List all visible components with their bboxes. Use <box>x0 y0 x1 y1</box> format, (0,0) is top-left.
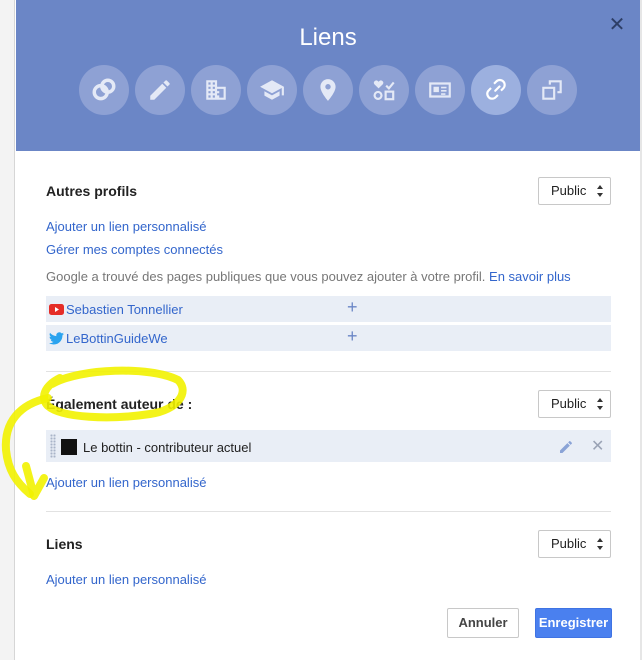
add-custom-link-profiles[interactable]: Ajouter un lien personnalisé <box>46 219 206 234</box>
select-arrows-icon <box>597 538 603 550</box>
remove-icon[interactable]: ✕ <box>591 436 604 456</box>
extra-icon[interactable] <box>527 65 577 115</box>
select-arrows-icon <box>597 398 603 410</box>
youtube-icon <box>49 304 64 315</box>
section-nav <box>79 65 577 115</box>
building-icon[interactable] <box>191 65 241 115</box>
overview-icon[interactable] <box>79 65 129 115</box>
dialog-title: Liens <box>299 24 357 51</box>
suggestion-row: Sebastien Tonnellier + <box>46 296 611 322</box>
visibility-value: Public <box>551 396 587 411</box>
section-divider <box>46 371 611 372</box>
add-custom-link-links[interactable]: Ajouter un lien personnalisé <box>46 572 206 587</box>
author-of-title: Également auteur de : <box>46 396 193 412</box>
cancel-button[interactable]: Annuler <box>447 608 519 638</box>
contact-card-icon[interactable] <box>415 65 465 115</box>
save-button[interactable]: Enregistrer <box>535 608 612 638</box>
suggestion-name[interactable]: Sebastien Tonnellier <box>66 302 183 317</box>
author-item-row: Le bottin - contributeur actuel ✕ <box>46 430 611 462</box>
other-profiles-visibility-select[interactable]: Public <box>538 177 611 205</box>
section-divider <box>46 511 611 512</box>
graduation-cap-icon[interactable] <box>247 65 297 115</box>
author-item-name: Le bottin - contributeur actuel <box>83 440 252 455</box>
author-of-visibility-select[interactable]: Public <box>538 390 611 418</box>
site-logo <box>61 439 77 455</box>
suggestion-name[interactable]: LeBottinGuideWe <box>66 331 168 346</box>
pencil-icon[interactable] <box>135 65 185 115</box>
add-suggestion-button[interactable]: + <box>347 297 358 318</box>
visibility-value: Public <box>551 536 587 551</box>
suggestions-info: Google a trouvé des pages publiques que … <box>46 269 571 284</box>
manage-connected-accounts-link[interactable]: Gérer mes comptes connectés <box>46 242 223 257</box>
info-text: Google a trouvé des pages publiques que … <box>46 269 486 284</box>
other-profiles-title: Autres profils <box>46 183 138 199</box>
twitter-icon <box>49 332 64 345</box>
links-title: Liens <box>46 536 83 552</box>
add-suggestion-button[interactable]: + <box>347 326 358 347</box>
select-arrows-icon <box>597 185 603 197</box>
links-visibility-select[interactable]: Public <box>538 530 611 558</box>
add-custom-link-author[interactable]: Ajouter un lien personnalisé <box>46 475 206 490</box>
location-pin-icon[interactable] <box>303 65 353 115</box>
learn-more-link[interactable]: En savoir plus <box>489 269 571 284</box>
suggestion-row: LeBottinGuideWe + <box>46 325 611 351</box>
link-icon[interactable] <box>471 65 521 115</box>
relations-icon[interactable] <box>359 65 409 115</box>
close-icon[interactable]: ✕ <box>608 15 626 35</box>
dialog-header: Liens ✕ <box>16 0 640 151</box>
links-dialog: Liens ✕ Autres profils Public Ajouter un… <box>16 0 640 660</box>
edit-pencil-icon[interactable] <box>558 439 574 455</box>
page-backdrop <box>0 0 15 660</box>
drag-handle-icon[interactable] <box>50 434 56 458</box>
visibility-value: Public <box>551 183 587 198</box>
